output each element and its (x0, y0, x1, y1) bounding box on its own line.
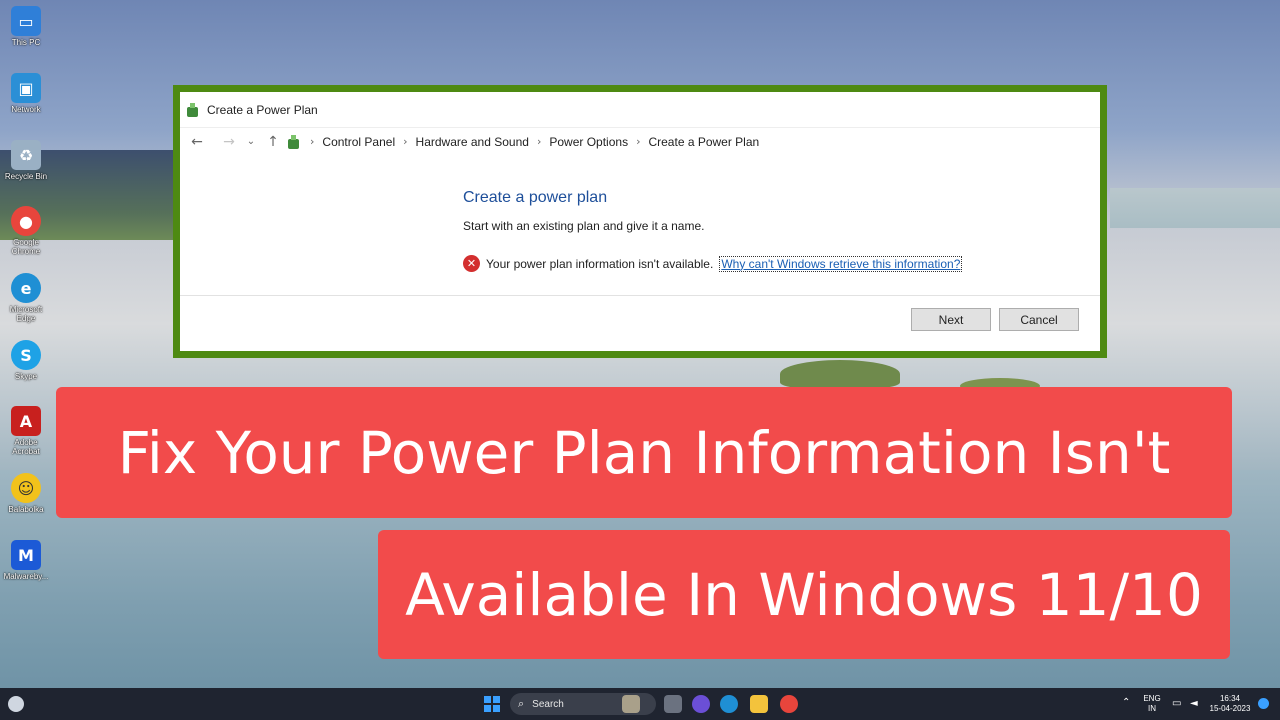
create-power-plan-window: Create a Power Plan ← → ⌄ ↑ › Control Pa… (173, 85, 1107, 358)
desktop-icon-recycle-bin[interactable]: ♻ Recycle Bin (0, 140, 52, 181)
address-bar: ← → ⌄ ↑ › Control Panel › Hardware and S… (180, 127, 1100, 155)
next-button[interactable]: Next (911, 308, 991, 331)
wallpaper-island (780, 360, 900, 388)
balabolka-icon: ☺ (11, 473, 41, 503)
control-panel-icon (288, 134, 299, 149)
start-button[interactable] (484, 696, 500, 712)
notification-badge-icon[interactable] (1258, 698, 1269, 709)
desktop-icon-label: Malwareby... (3, 572, 49, 581)
desktop-icon-chrome[interactable]: ● Google Chrome (0, 206, 52, 256)
error-icon: ✕ (463, 255, 480, 272)
clock-date: 15-04-2023 (1209, 704, 1251, 713)
dialog-content: Create a power plan Start with an existi… (180, 155, 1100, 303)
breadcrumb-chevron-icon: › (310, 135, 315, 148)
desktop-icon-balabolka[interactable]: ☺ Balabolka (0, 473, 52, 514)
taskbar-search-label: Search (532, 698, 564, 710)
page-title: Create a power plan (463, 189, 608, 206)
network-icon: ▣ (11, 73, 41, 103)
desktop-icon-label: Skype (14, 372, 38, 381)
dialog-footer: Next Cancel (180, 295, 1100, 351)
desktop-icon-label: Network (11, 105, 41, 114)
breadcrumb-chevron-icon[interactable]: › (537, 135, 541, 148)
error-text: Your power plan information isn't availa… (486, 256, 714, 271)
desktop-icon-label: This PC (11, 38, 41, 47)
chrome-icon: ● (11, 206, 41, 236)
file-explorer-icon[interactable] (750, 695, 768, 713)
forward-arrow-icon[interactable]: → (218, 134, 240, 150)
recent-locations-chevron-icon[interactable]: ⌄ (240, 136, 262, 147)
headline-banner-line-2: Available In Windows 11/10 (378, 530, 1230, 659)
taskbar-widget-thumbnail[interactable] (622, 695, 640, 713)
clock[interactable]: 16:34 15-04-2023 (1205, 694, 1255, 714)
taskbar: ⌕ Search ⌃ ENG IN ▭ ◄ 16:34 15-04-2023 (0, 688, 1280, 720)
skype-icon: S (11, 340, 41, 370)
desktop-icon-label: Adobe Acrobat (12, 438, 40, 456)
search-icon: ⌕ (518, 697, 525, 710)
desktop-icon-this-pc[interactable]: ▭ This PC (0, 6, 52, 47)
desktop-icon-skype[interactable]: S Skype (0, 340, 52, 381)
task-view-icon[interactable] (664, 695, 682, 713)
page-description: Start with an existing plan and give it … (463, 219, 705, 233)
edge-taskbar-icon[interactable] (720, 695, 738, 713)
network-status-icon[interactable]: ▭ (1172, 698, 1181, 709)
breadcrumb-power-options[interactable]: Power Options (549, 135, 628, 149)
region-code: IN (1148, 704, 1156, 713)
chrome-taskbar-icon[interactable] (780, 695, 798, 713)
desktop-icon-malwarebytes[interactable]: M Malwareby... (0, 540, 52, 581)
desktop-icon-label: Recycle Bin (4, 172, 48, 181)
recycle-bin-icon: ♻ (11, 140, 41, 170)
wallpaper-coast (1110, 188, 1280, 228)
desktop-icon-acrobat[interactable]: A Adobe Acrobat (0, 406, 52, 456)
monitor-icon: ▭ (11, 6, 41, 36)
acrobat-icon: A (11, 406, 41, 436)
desktop-icon-label: Google Chrome (11, 238, 41, 256)
breadcrumb-hardware-and-sound[interactable]: Hardware and Sound (416, 135, 529, 149)
breadcrumb-chevron-icon[interactable]: › (636, 135, 640, 148)
window-titlebar: Create a Power Plan (180, 92, 1100, 127)
volume-icon[interactable]: ◄ (1190, 698, 1198, 709)
weather-widget-icon[interactable] (8, 696, 24, 712)
language-code: ENG (1143, 694, 1161, 703)
desktop-icon-edge[interactable]: e Microsoft Edge (0, 273, 52, 323)
headline-banner-line-1: Fix Your Power Plan Information Isn't (56, 387, 1232, 518)
teams-chat-icon[interactable] (692, 695, 710, 713)
desktop-icon-network[interactable]: ▣ Network (0, 73, 52, 114)
malwarebytes-icon: M (11, 540, 41, 570)
breadcrumb-control-panel[interactable]: Control Panel (322, 135, 395, 149)
language-indicator[interactable]: ENG IN (1140, 694, 1164, 714)
show-hidden-icons-chevron-icon[interactable]: ⌃ (1122, 697, 1130, 708)
desktop-icon-label: Balabolka (8, 505, 44, 514)
edge-icon: e (11, 273, 41, 303)
breadcrumb-chevron-icon[interactable]: › (403, 135, 407, 148)
clock-time: 16:34 (1219, 694, 1241, 703)
cancel-button[interactable]: Cancel (999, 308, 1079, 331)
breadcrumb-create-power-plan[interactable]: Create a Power Plan (648, 135, 759, 149)
error-help-link[interactable]: Why can't Windows retrieve this informat… (719, 255, 963, 272)
error-message: ✕ Your power plan information isn't avai… (463, 255, 963, 272)
up-arrow-icon[interactable]: ↑ (262, 134, 284, 150)
window-title: Create a Power Plan (207, 102, 318, 117)
desktop-icon-label: Microsoft Edge (9, 305, 43, 323)
back-arrow-icon[interactable]: ← (186, 134, 208, 150)
power-options-icon (187, 102, 198, 117)
